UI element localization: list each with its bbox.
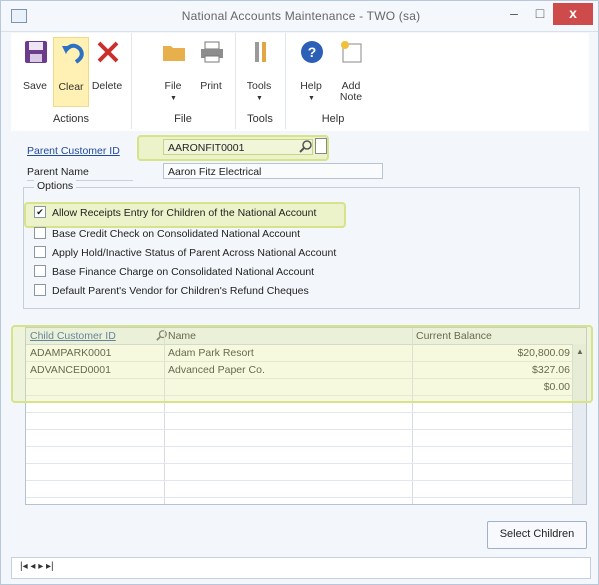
ribbon-group-label-help: Help: [321, 113, 345, 125]
parent-customer-id-link[interactable]: Parent Customer ID: [27, 145, 120, 157]
clear-label: Clear: [58, 81, 84, 93]
option-base-credit-check[interactable]: Base Credit Check on Consolidated Nation…: [34, 226, 300, 242]
undo-icon: [62, 43, 84, 64]
table-row-empty[interactable]: [26, 447, 572, 464]
tools-dropdown-icon: ▼: [256, 95, 263, 102]
status-bar: |◂ ◂ ▸ ▸|: [11, 557, 591, 579]
parent-customer-id-input[interactable]: AARONFIT0001: [163, 139, 313, 155]
checkbox-icon[interactable]: [34, 284, 46, 297]
table-row-empty[interactable]: [26, 413, 572, 430]
ribbon-group-tools: Tools ▼ Tools: [235, 33, 286, 129]
select-children-button[interactable]: Select Children: [487, 521, 587, 549]
option-label: Base Finance Charge on Consolidated Nati…: [52, 266, 315, 278]
clear-button[interactable]: Clear: [53, 37, 89, 107]
help-button[interactable]: ? Help ▼: [293, 37, 329, 105]
checkbox-icon[interactable]: [34, 227, 46, 240]
file-label: File: [164, 80, 182, 92]
note-icon: [341, 41, 362, 63]
ribbon-group-file: File ▼ Print File: [131, 33, 236, 129]
ribbon: Save Clear Delete Actions File ▼ Print F…: [11, 33, 589, 132]
parent-name-label: Parent Name: [27, 166, 133, 181]
delete-label: Delete: [91, 80, 123, 92]
options-title: Options: [34, 180, 77, 192]
record-navigation[interactable]: |◂ ◂ ▸ ▸|: [20, 558, 54, 576]
note-page-icon[interactable]: [315, 138, 327, 154]
tools-button[interactable]: Tools ▼: [241, 37, 277, 105]
print-button[interactable]: Print: [193, 37, 229, 105]
printer-icon: [201, 41, 223, 63]
window: National Accounts Maintenance - TWO (sa)…: [0, 0, 599, 585]
help-icon: ?: [301, 41, 323, 63]
print-label: Print: [200, 80, 222, 92]
option-allow-receipts[interactable]: ✔ Allow Receipts Entry for Children of th…: [34, 205, 316, 221]
parent-name-field: Aaron Fitz Electrical: [163, 163, 383, 179]
highlight-grid-rows: [11, 325, 593, 403]
app-icon: [11, 9, 27, 23]
lookup-icon[interactable]: [299, 139, 313, 153]
checkbox-icon[interactable]: [34, 246, 46, 259]
option-label: Base Credit Check on Consolidated Nation…: [52, 228, 301, 240]
delete-button[interactable]: Delete: [89, 37, 125, 105]
minimize-button[interactable]: –: [501, 3, 527, 25]
ribbon-group-help: ? Help ▼ Add Note Help: [285, 33, 381, 129]
file-button[interactable]: File ▼: [155, 37, 191, 105]
ribbon-group-label-tools: Tools: [247, 113, 273, 125]
help-dropdown-icon: ▼: [308, 95, 315, 102]
tools-label: Tools: [246, 80, 272, 92]
title-bar: National Accounts Maintenance - TWO (sa)…: [1, 1, 598, 32]
checkbox-icon[interactable]: [34, 265, 46, 278]
save-label: Save: [23, 80, 47, 92]
option-base-finance-charge[interactable]: Base Finance Charge on Consolidated Nati…: [34, 264, 314, 280]
folder-icon: [163, 46, 185, 61]
maximize-button[interactable]: □: [527, 3, 553, 25]
help-label: Help: [300, 80, 322, 92]
option-apply-hold[interactable]: Apply Hold/Inactive Status of Parent Acr…: [34, 245, 336, 261]
ribbon-group-actions: Save Clear Delete Actions: [11, 33, 132, 129]
delete-icon: [97, 41, 119, 63]
add-note-label: Add Note: [339, 80, 363, 103]
table-row-empty[interactable]: [26, 430, 572, 447]
save-icon: [25, 41, 47, 63]
option-label: Allow Receipts Entry for Children of the…: [52, 207, 317, 219]
checkbox-checked-icon[interactable]: ✔: [34, 206, 46, 219]
option-label: Apply Hold/Inactive Status of Parent Acr…: [52, 247, 337, 259]
option-default-vendor[interactable]: Default Parent's Vendor for Children's R…: [34, 283, 309, 299]
options-group: Options ✔ Allow Receipts Entry for Childr…: [23, 180, 580, 309]
ribbon-group-label-file: File: [174, 113, 192, 125]
table-row-empty[interactable]: [26, 464, 572, 481]
add-note-button[interactable]: Add Note: [333, 37, 369, 105]
save-button[interactable]: Save: [17, 37, 53, 105]
svg-text:?: ?: [308, 44, 317, 60]
form-area: Parent Customer ID AARONFIT0001 Parent N…: [11, 131, 593, 551]
window-title: National Accounts Maintenance - TWO (sa): [181, 9, 421, 23]
file-dropdown-icon: ▼: [170, 95, 177, 102]
table-row-empty[interactable]: [26, 481, 572, 498]
close-button[interactable]: x: [553, 3, 593, 25]
tools-icon: [255, 42, 266, 62]
option-label: Default Parent's Vendor for Children's R…: [52, 285, 309, 297]
ribbon-group-label-actions: Actions: [52, 113, 90, 125]
